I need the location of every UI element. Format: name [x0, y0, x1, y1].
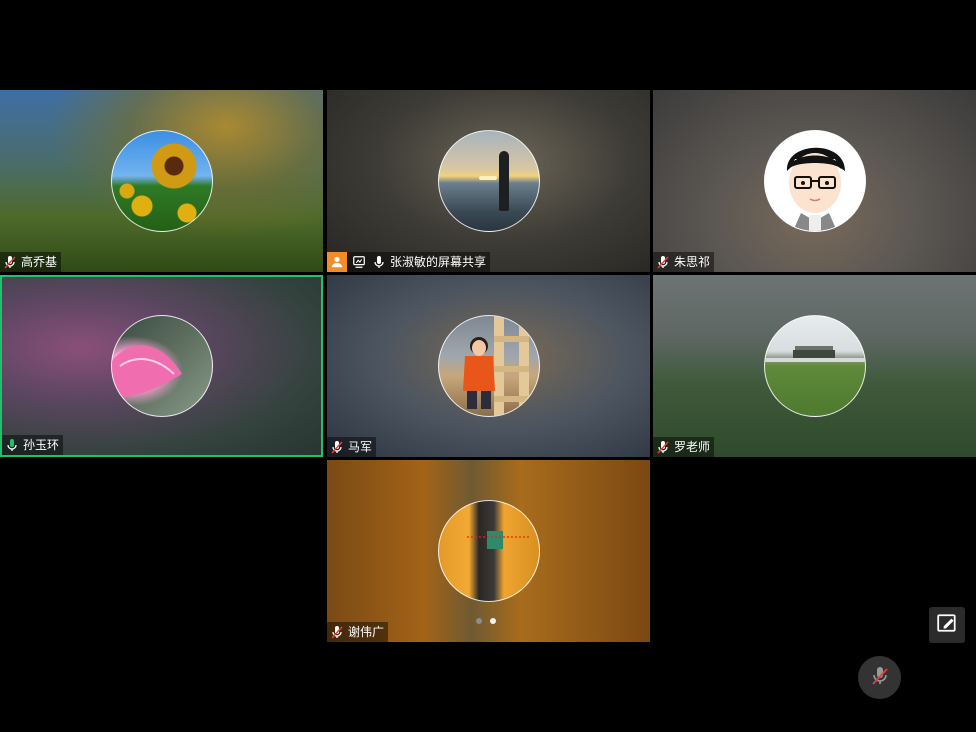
edit-window-button[interactable] — [929, 607, 965, 643]
video-tile-3[interactable]: 朱思祁 — [653, 90, 976, 272]
mic-muted-icon — [329, 624, 345, 640]
name-tag: 谢伟广 — [327, 622, 389, 642]
mic-muted-icon — [655, 439, 671, 455]
mic-muted-icon — [2, 254, 18, 270]
page-dot-2[interactable] — [490, 618, 496, 624]
name-tag: 马军 — [327, 437, 377, 457]
avatar — [110, 315, 213, 417]
avatar — [437, 315, 540, 417]
video-tile-4[interactable]: 孙玉环 — [0, 275, 323, 457]
mic-muted-icon — [655, 254, 671, 270]
video-tile-6[interactable]: 罗老师 — [653, 275, 976, 457]
participant-name: 谢伟广 — [348, 625, 385, 639]
participant-name: 罗老师 — [674, 440, 711, 454]
avatar — [437, 500, 540, 602]
name-tag: 孙玉环 — [2, 435, 64, 455]
participant-name: 朱思祁 — [674, 255, 711, 269]
participant-name: 张淑敏的屏幕共享 — [390, 255, 487, 269]
participant-name: 马军 — [348, 440, 373, 454]
name-tag: 张淑敏的屏幕共享 — [327, 252, 491, 272]
mic-toggle-button[interactable] — [858, 656, 901, 699]
page-dot-1[interactable] — [476, 618, 482, 624]
avatar — [437, 130, 540, 232]
mic-speaking-icon — [4, 437, 20, 453]
participant-name: 孙玉环 — [23, 438, 60, 452]
mic-muted-icon — [329, 439, 345, 455]
edit-window-icon — [936, 612, 958, 638]
mic-muted-icon — [868, 664, 892, 692]
video-tile-5[interactable]: 马军 — [327, 275, 650, 457]
avatar — [763, 315, 866, 417]
avatar — [763, 130, 866, 232]
name-tag: 朱思祁 — [653, 252, 715, 272]
video-tile-2[interactable]: 张淑敏的屏幕共享 — [327, 90, 650, 272]
video-tile-7[interactable]: 谢伟广 — [327, 460, 650, 642]
screen-share-icon — [350, 253, 368, 271]
name-tag: 罗老师 — [653, 437, 715, 457]
video-tile-1[interactable]: 高乔基 — [0, 90, 323, 272]
avatar — [110, 130, 213, 232]
participant-name: 高乔基 — [21, 255, 58, 269]
mic-icon — [371, 254, 387, 270]
page-indicator — [476, 618, 496, 624]
share-badge-icon — [327, 252, 347, 272]
name-tag: 高乔基 — [0, 252, 62, 272]
